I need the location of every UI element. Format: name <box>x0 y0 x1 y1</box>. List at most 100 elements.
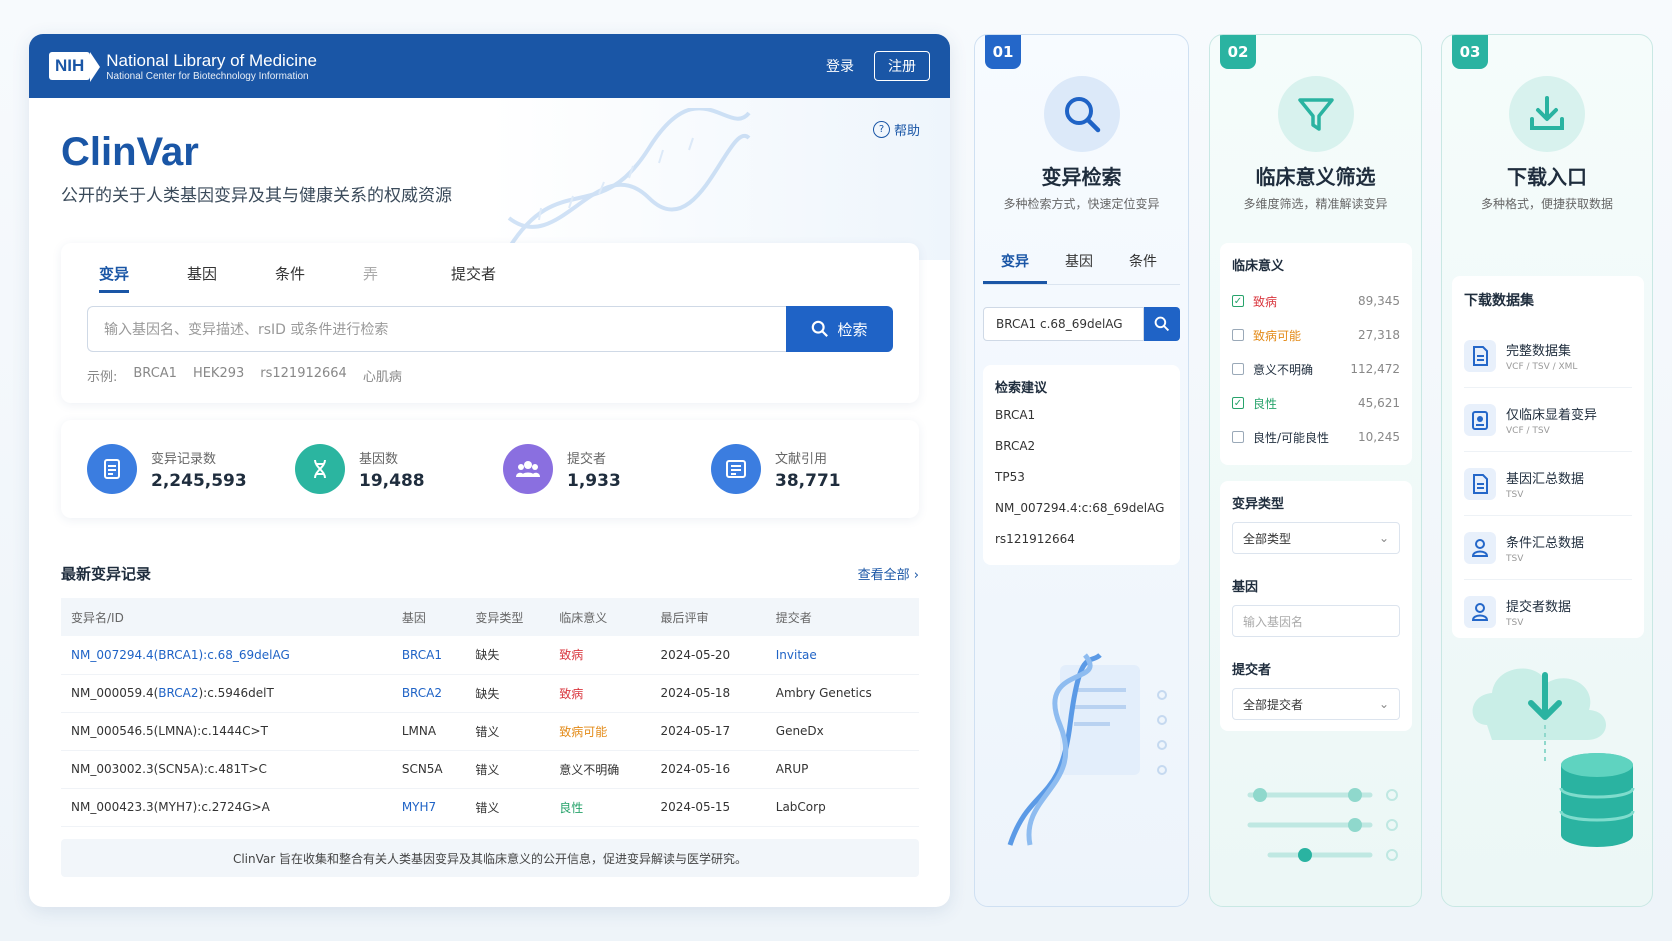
column-header[interactable]: 临床意义 <box>549 598 650 636</box>
suggestion-item[interactable]: TP53 <box>995 470 1168 501</box>
filter-option[interactable]: 致病可能 27,318 <box>1232 318 1400 352</box>
table-row[interactable]: NM_000059.4(BRCA2):c.5946delT BRCA2 缺失 致… <box>61 674 919 713</box>
cloud-database-illustration-icon <box>1472 668 1635 847</box>
tab-condition[interactable]: 条件 <box>275 263 363 292</box>
step-badge: 02 <box>1220 35 1256 69</box>
variant-id[interactable]: NM_000423.3(MYH7):c.2724G>A <box>61 788 392 827</box>
gene-link[interactable]: BRCA1 <box>391 636 466 675</box>
top-navbar: NIH National Library of Medicine Nationa… <box>29 34 950 98</box>
search-button[interactable] <box>1144 307 1180 341</box>
card-title: 临床意义筛选 <box>1255 165 1376 189</box>
stats-bar: 变异记录数 2,245,593 基因数 19,488 提交者 1,933 文献引用 38… <box>61 420 919 518</box>
footer-note: ClinVar 旨在收集和整合有关人类基因变异及其临床意义的公开信息，促进变异解… <box>61 839 919 877</box>
tab-variant[interactable]: 变异 <box>99 263 187 293</box>
column-header[interactable]: 变异类型 <box>465 598 549 636</box>
filter-option[interactable]: 意义不明确 112,472 <box>1232 352 1400 386</box>
variant-search-input[interactable]: BRCA1 c.68_69delAG <box>983 307 1144 341</box>
filter-icon <box>1277 76 1354 152</box>
nih-logo[interactable]: NIH National Library of Medicine Nationa… <box>49 51 317 82</box>
org-subtitle: National Center for Biotechnology Inform… <box>106 70 309 82</box>
gene-link[interactable]: MYH7 <box>391 788 466 827</box>
download-item[interactable]: 完整数据集 VCF / TSV / XML <box>1464 324 1632 388</box>
variant-gene-link[interactable]: BRCA2 <box>158 686 198 700</box>
nih-logo-mark: NIH <box>49 52 101 82</box>
checkbox[interactable] <box>1232 329 1244 341</box>
download-item[interactable]: 仅临床显着变异 VCF / TSV <box>1464 388 1632 452</box>
variants-table: 变异名/ID 基因 变异类型 临床意义 最后评审 提交者 NM_007294.4… <box>61 598 919 827</box>
checkbox-checked[interactable]: ✓ <box>1232 397 1244 409</box>
suggestion-item[interactable]: BRCA1 <box>995 408 1168 439</box>
filter-option[interactable]: ✓ 良性 45,621 <box>1232 386 1400 420</box>
tab-gene[interactable]: 基因 <box>187 263 275 292</box>
checkbox-checked[interactable]: ✓ <box>1232 295 1244 307</box>
chevron-down-icon: ⌄ <box>1378 531 1389 545</box>
variant-id-link[interactable]: NM_007294.4(BRCA1):c.68_69delAG <box>61 636 392 675</box>
gene[interactable]: SCN5A <box>391 750 466 789</box>
filter-option[interactable]: ✓ 致病 89,345 <box>1232 284 1400 318</box>
suggestion-item[interactable]: rs121912664 <box>995 532 1168 563</box>
variant-type-select[interactable]: 全部类型 ⌄ <box>1232 522 1400 554</box>
view-all-link[interactable]: 查看全部 › <box>858 564 919 583</box>
submitter-link[interactable]: Invitae <box>765 636 919 675</box>
card-subtitle: 多种检索方式，快速定位变异 <box>1003 197 1160 211</box>
search-button[interactable]: 检索 <box>786 306 893 352</box>
gene[interactable]: LMNA <box>391 712 466 751</box>
example-link[interactable]: HEK293 <box>193 366 244 385</box>
dna-decoration-icon <box>507 108 751 250</box>
help-link[interactable]: ? 帮助 <box>872 120 920 139</box>
additional-filters-panel: 变异类型 全部类型 ⌄ 基因 输入基因名 提交者 全部提交者 ⌄ <box>1220 481 1412 731</box>
download-item[interactable]: 基因汇总数据 TSV <box>1464 452 1632 516</box>
significance: 意义不明确 <box>549 750 651 789</box>
recent-variants: 最新变异记录 查看全部 › 变异名/ID 基因 变异类型 临床意义 最后评审 提… <box>61 563 919 827</box>
user-icon <box>1464 531 1496 564</box>
card-variant-search: 01 变异检索 多种检索方式，快速定位变异 变异 基因 条件 BRCA1 c.6… <box>974 34 1189 907</box>
search-examples: 示例: BRCA1 HEK293 rs121912664 心肌病 <box>87 366 402 385</box>
column-header[interactable]: 变异名/ID <box>61 598 392 636</box>
tab-submitter[interactable]: 提交者 <box>451 263 539 292</box>
step-badge: 03 <box>1452 35 1488 69</box>
org-title: National Library of Medicine <box>106 50 317 70</box>
tab-variant[interactable]: 变异 <box>983 251 1047 284</box>
filter-option[interactable]: 良性/可能良性 10,245 <box>1232 420 1400 454</box>
gene-link[interactable]: BRCA2 <box>391 674 466 713</box>
example-link[interactable]: rs121912664 <box>260 366 347 385</box>
column-header[interactable]: 最后评审 <box>650 598 765 636</box>
table-row[interactable]: NM_000546.5(LMNA):c.1444C>T LMNA 错义 致病可能… <box>61 712 919 751</box>
example-link[interactable]: 心肌病 <box>363 366 402 385</box>
download-item[interactable]: 条件汇总数据 TSV <box>1464 516 1632 580</box>
canvas: NIH National Library of Medicine Nationa… <box>0 0 1672 941</box>
page-title: ClinVar <box>61 130 199 174</box>
gene-input[interactable]: 输入基因名 <box>1232 605 1400 637</box>
stat-citations: 文献引用 38,771 <box>711 444 919 494</box>
table-row[interactable]: NM_000423.3(MYH7):c.2724G>A MYH7 错义 良性 2… <box>61 788 919 827</box>
login-link[interactable]: 登录 <box>826 56 854 76</box>
card-subtitle: 多种格式，便捷获取数据 <box>1480 197 1613 211</box>
table-row[interactable]: NM_003002.3(SCN5A):c.481T>C SCN5A 错义 意义不… <box>61 750 919 789</box>
download-icon <box>1509 76 1585 152</box>
step-badge: 01 <box>985 35 1021 69</box>
search-input[interactable]: 输入基因名、变异描述、rsID 或条件进行检索 <box>87 306 786 352</box>
variant-id[interactable]: NM_000546.5(LMNA):c.1444C>T <box>61 712 392 751</box>
suggestion-item[interactable]: NM_007294.4:c:68_69delAG <box>995 501 1168 532</box>
section-title: 最新变异记录 <box>61 565 152 583</box>
submitter-select[interactable]: 全部提交者 ⌄ <box>1232 688 1400 720</box>
suggestion-item[interactable]: BRCA2 <box>995 439 1168 470</box>
document-icon <box>87 444 137 494</box>
stat-genes: 基因数 19,488 <box>295 444 503 494</box>
tab-gene[interactable]: 基因 <box>1047 251 1111 284</box>
checkbox[interactable] <box>1232 363 1244 375</box>
card-title: 下载入口 <box>1507 165 1587 189</box>
example-link[interactable]: BRCA1 <box>133 366 177 385</box>
tab-other[interactable]: 弄 <box>363 263 451 292</box>
slider-illustration-icon <box>1247 788 1398 862</box>
download-item[interactable]: 提交者数据 TSV <box>1464 580 1632 644</box>
column-header[interactable]: 提交者 <box>766 598 919 636</box>
checkbox[interactable] <box>1232 431 1244 443</box>
user-icon <box>1464 596 1496 628</box>
table-row[interactable]: NM_007294.4(BRCA1):c.68_69delAG BRCA1 缺失… <box>61 636 919 675</box>
column-header[interactable]: 基因 <box>392 598 466 636</box>
variant-id[interactable]: NM_003002.3(SCN5A):c.481T>C <box>61 750 392 789</box>
register-button[interactable]: 注册 <box>874 51 930 81</box>
variant-id[interactable]: NM_000059.4(BRCA2):c.5946delT <box>61 674 392 713</box>
tab-condition[interactable]: 条件 <box>1111 251 1175 284</box>
